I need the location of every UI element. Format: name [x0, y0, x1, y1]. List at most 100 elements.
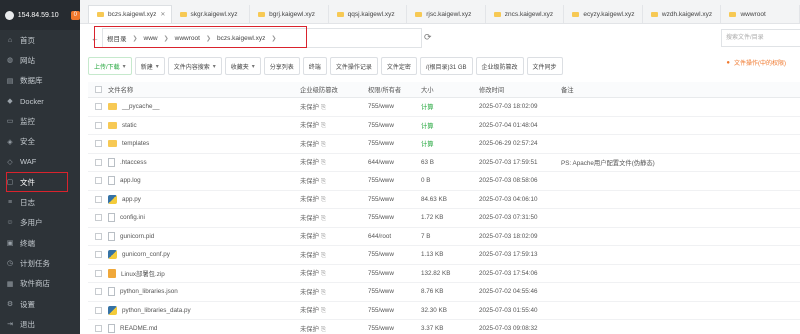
- row-checkbox[interactable]: [94, 214, 102, 222]
- tab-1[interactable]: skgr.kaigewl.xyz: [172, 5, 251, 23]
- toolbar-button-3[interactable]: 收藏夹 ▾: [224, 57, 261, 75]
- file-name[interactable]: .htaccess: [120, 159, 147, 166]
- sidebar-item-store[interactable]: ▦ 软件商店: [0, 274, 80, 294]
- sidebar-item-gear[interactable]: ⚙ 设置: [0, 294, 80, 314]
- sidebar-item-log[interactable]: ≡ 日志: [0, 192, 80, 212]
- sidebar-item-clock[interactable]: ◷ 计划任务: [0, 253, 80, 273]
- file-note[interactable]: PS: Apache用户配置文件(伪静态): [561, 158, 800, 167]
- table-row[interactable]: README.md 未保护 ⎘ 755/www 3.37 KB 2025-07-0…: [88, 320, 800, 334]
- tab-2[interactable]: bgrj.kaigewl.xyz: [250, 5, 329, 23]
- refresh-icon[interactable]: ⟳: [424, 32, 432, 43]
- protection-status[interactable]: 未保护: [300, 252, 319, 259]
- table-row[interactable]: .htaccess 未保护 ⎘ 644/www 63 B 2025-07-03 1…: [88, 154, 800, 172]
- table-row[interactable]: python_libraries.json 未保护 ⎘ 755/www 8.76 …: [88, 283, 800, 302]
- protection-status[interactable]: 未保护: [300, 215, 319, 222]
- permission-owner[interactable]: 755/www: [368, 325, 421, 332]
- file-name[interactable]: app.py: [122, 196, 141, 203]
- table-row[interactable]: app.log 未保护 ⎘ 755/www 0 B 2025-07-03 08:5…: [88, 172, 800, 191]
- row-checkbox[interactable]: [94, 103, 102, 111]
- sidebar-item-waf[interactable]: ◇ WAF: [0, 152, 80, 172]
- tab-5[interactable]: zncs.kaigewl.xyz: [486, 5, 565, 23]
- permission-owner[interactable]: 644/www: [368, 159, 421, 166]
- col-name[interactable]: 文件名称: [108, 85, 300, 94]
- permission-owner[interactable]: 755/www: [368, 307, 421, 314]
- file-name[interactable]: templates: [122, 140, 149, 147]
- protection-status[interactable]: 未保护: [300, 122, 319, 129]
- file-name[interactable]: python_libraries_data.py: [122, 307, 191, 314]
- sidebar-item-home[interactable]: ⌂ 首页: [0, 30, 80, 50]
- row-checkbox[interactable]: [94, 325, 102, 333]
- tab-8[interactable]: wwwroot: [721, 5, 800, 23]
- sidebar-item-database[interactable]: ▤ 数据库: [0, 71, 80, 91]
- toolbar-button-9[interactable]: 企业级防篡改: [475, 57, 524, 75]
- table-row[interactable]: templates 未保护 ⎘ 755/www 计算 2025-06-29 02:…: [88, 135, 800, 154]
- permission-owner[interactable]: 644/root: [368, 233, 421, 240]
- permission-owner[interactable]: 755/www: [368, 214, 421, 221]
- row-checkbox[interactable]: [94, 269, 102, 277]
- row-checkbox[interactable]: [94, 121, 102, 129]
- table-row[interactable]: app.py 未保护 ⎘ 755/www 84.63 KB 2025-07-03 …: [88, 191, 800, 209]
- toolbar-button-7[interactable]: 文件定密: [380, 57, 417, 75]
- file-size[interactable]: 计算: [421, 102, 479, 111]
- permission-owner[interactable]: 755/www: [368, 122, 421, 129]
- protection-status[interactable]: 未保护: [300, 104, 319, 111]
- col-permission[interactable]: 权限/所有者: [368, 85, 421, 94]
- toolbar-button-6[interactable]: 文件操作记录: [329, 57, 378, 75]
- toolbar-button-10[interactable]: 文件同步: [526, 57, 563, 75]
- table-row[interactable]: python_libraries_data.py 未保护 ⎘ 755/www 32…: [88, 302, 800, 320]
- permission-owner[interactable]: 755/www: [368, 103, 421, 110]
- protection-status[interactable]: 未保护: [300, 270, 319, 277]
- sidebar-item-terminal[interactable]: ▣ 终端: [0, 233, 80, 253]
- toolbar-button-1[interactable]: 新建 ▾: [134, 57, 165, 75]
- permission-owner[interactable]: 755/www: [368, 177, 421, 184]
- tab-4[interactable]: rjsc.kaigewl.xyz: [407, 5, 486, 23]
- close-icon[interactable]: ✕: [160, 11, 165, 18]
- file-name[interactable]: gunicorn.pid: [120, 233, 154, 240]
- permission-owner[interactable]: 755/www: [368, 140, 421, 147]
- tab-0[interactable]: bczs.kaigewl.xyz ✕: [88, 5, 172, 23]
- toolbar-button-4[interactable]: 分享列表: [263, 57, 300, 75]
- row-checkbox[interactable]: [94, 195, 102, 203]
- sidebar-item-docker[interactable]: ◆ Docker: [0, 91, 80, 111]
- col-time[interactable]: 修改时间: [479, 85, 561, 94]
- col-size[interactable]: 大小: [421, 85, 479, 94]
- row-checkbox[interactable]: [94, 232, 102, 240]
- file-permission-toggle[interactable]: ● 文件操作(中的权限): [726, 58, 786, 68]
- toolbar-button-0[interactable]: 上传/下载 ▾: [88, 57, 132, 75]
- file-name[interactable]: python_libraries.json: [120, 288, 178, 295]
- permission-owner[interactable]: 755/www: [368, 196, 421, 203]
- sidebar-item-users[interactable]: ☺ 多用户: [0, 213, 80, 233]
- protection-status[interactable]: 未保护: [300, 233, 319, 240]
- toolbar-button-5[interactable]: 终端: [302, 57, 327, 75]
- file-name[interactable]: README.md: [120, 325, 157, 332]
- permission-owner[interactable]: 755/www: [368, 270, 421, 277]
- protection-status[interactable]: 未保护: [300, 326, 319, 333]
- protection-status[interactable]: 未保护: [300, 196, 319, 203]
- row-checkbox[interactable]: [94, 288, 102, 296]
- table-row[interactable]: static 未保护 ⎘ 755/www 计算 2025-07-04 01:48:…: [88, 117, 800, 135]
- protection-status[interactable]: 未保护: [300, 159, 319, 166]
- table-row[interactable]: config.ini 未保护 ⎘ 755/www 1.72 KB 2025-07-…: [88, 209, 800, 228]
- tab-6[interactable]: ecyzy.kaigewl.xyz: [564, 5, 643, 23]
- protection-status[interactable]: 未保护: [300, 178, 319, 185]
- tab-7[interactable]: wzdh.kaigewl.xyz: [643, 5, 722, 23]
- table-row[interactable]: gunicorn.pid 未保护 ⎘ 644/root 7 B 2025-07-0…: [88, 228, 800, 246]
- toolbar-button-8[interactable]: /(根目录)31 GB: [419, 57, 473, 75]
- file-size[interactable]: 计算: [421, 121, 479, 130]
- protection-status[interactable]: 未保护: [300, 289, 319, 296]
- row-checkbox[interactable]: [94, 158, 102, 166]
- sidebar-item-globe[interactable]: ◍ 网站: [0, 50, 80, 70]
- tab-3[interactable]: qqsj.kaigewl.xyz: [329, 5, 408, 23]
- table-row[interactable]: gunicorn_conf.py 未保护 ⎘ 755/www 1.13 KB 20…: [88, 246, 800, 265]
- sidebar-item-monitor[interactable]: ▭ 监控: [0, 111, 80, 131]
- protection-status[interactable]: 未保护: [300, 141, 319, 148]
- permission-owner[interactable]: 755/www: [368, 251, 421, 258]
- table-row[interactable]: __pycache__ 未保护 ⎘ 755/www 计算 2025-07-03 1…: [88, 98, 800, 117]
- permission-owner[interactable]: 755/www: [368, 288, 421, 295]
- toolbar-button-2[interactable]: 文件内容搜索 ▾: [167, 57, 222, 75]
- file-name[interactable]: app.log: [120, 177, 141, 184]
- table-row[interactable]: Linux部署包.zip 未保护 ⎘ 755/www 132.82 KB 2025…: [88, 265, 800, 283]
- file-name[interactable]: gunicorn_conf.py: [122, 251, 170, 258]
- file-name[interactable]: __pycache__: [122, 103, 159, 110]
- file-name[interactable]: config.ini: [120, 214, 145, 221]
